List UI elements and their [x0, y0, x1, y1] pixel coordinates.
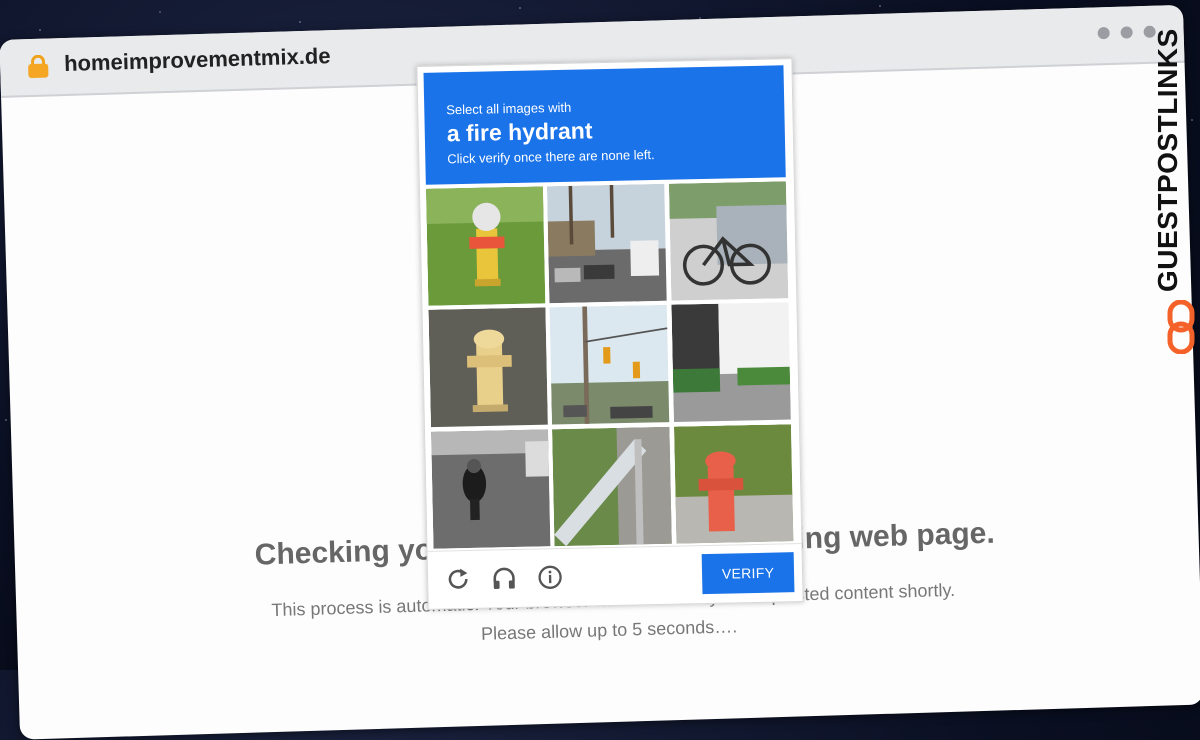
- reload-icon[interactable]: [444, 565, 473, 594]
- verify-button[interactable]: VERIFY: [701, 552, 795, 595]
- brand-name: GUESTPOSTLINKS: [1152, 28, 1183, 292]
- captcha-tile-fire-hydrant[interactable]: [425, 186, 546, 307]
- captcha-tile-building-entrance[interactable]: [671, 302, 791, 423]
- url-text[interactable]: homeimprovementmix.de: [64, 43, 331, 77]
- captcha-image-grid: [425, 181, 794, 549]
- captcha-hint: Click verify once there are none left.: [447, 147, 655, 167]
- captcha-footer: VERIFY: [427, 543, 803, 610]
- captcha-tile-motorcycle[interactable]: [431, 428, 551, 549]
- dot-icon: [1120, 26, 1133, 39]
- captcha-tile-bicycle[interactable]: [668, 181, 789, 302]
- captcha-tile-traffic-light[interactable]: [549, 305, 670, 425]
- captcha-tile-fire-hydrant[interactable]: [673, 423, 794, 544]
- info-icon[interactable]: [536, 563, 565, 592]
- captcha-instruction: Select all images with: [446, 99, 572, 118]
- captcha-header: Select all images with a fire hydrant Cl…: [423, 65, 786, 185]
- captcha-target: a fire hydrant: [446, 117, 593, 147]
- lock-icon: [28, 54, 49, 79]
- captcha-dialog: Select all images with a fire hydrant Cl…: [416, 58, 804, 610]
- captcha-tile-fire-hydrant[interactable]: [428, 307, 549, 428]
- chain-link-icon: [1167, 300, 1195, 354]
- headphones-icon[interactable]: [490, 564, 519, 593]
- captcha-tile-stairs[interactable]: [552, 426, 673, 547]
- window-menu-dots[interactable]: [1097, 25, 1156, 40]
- dot-icon: [1097, 26, 1110, 40]
- captcha-tile-street-traffic[interactable]: [547, 183, 668, 304]
